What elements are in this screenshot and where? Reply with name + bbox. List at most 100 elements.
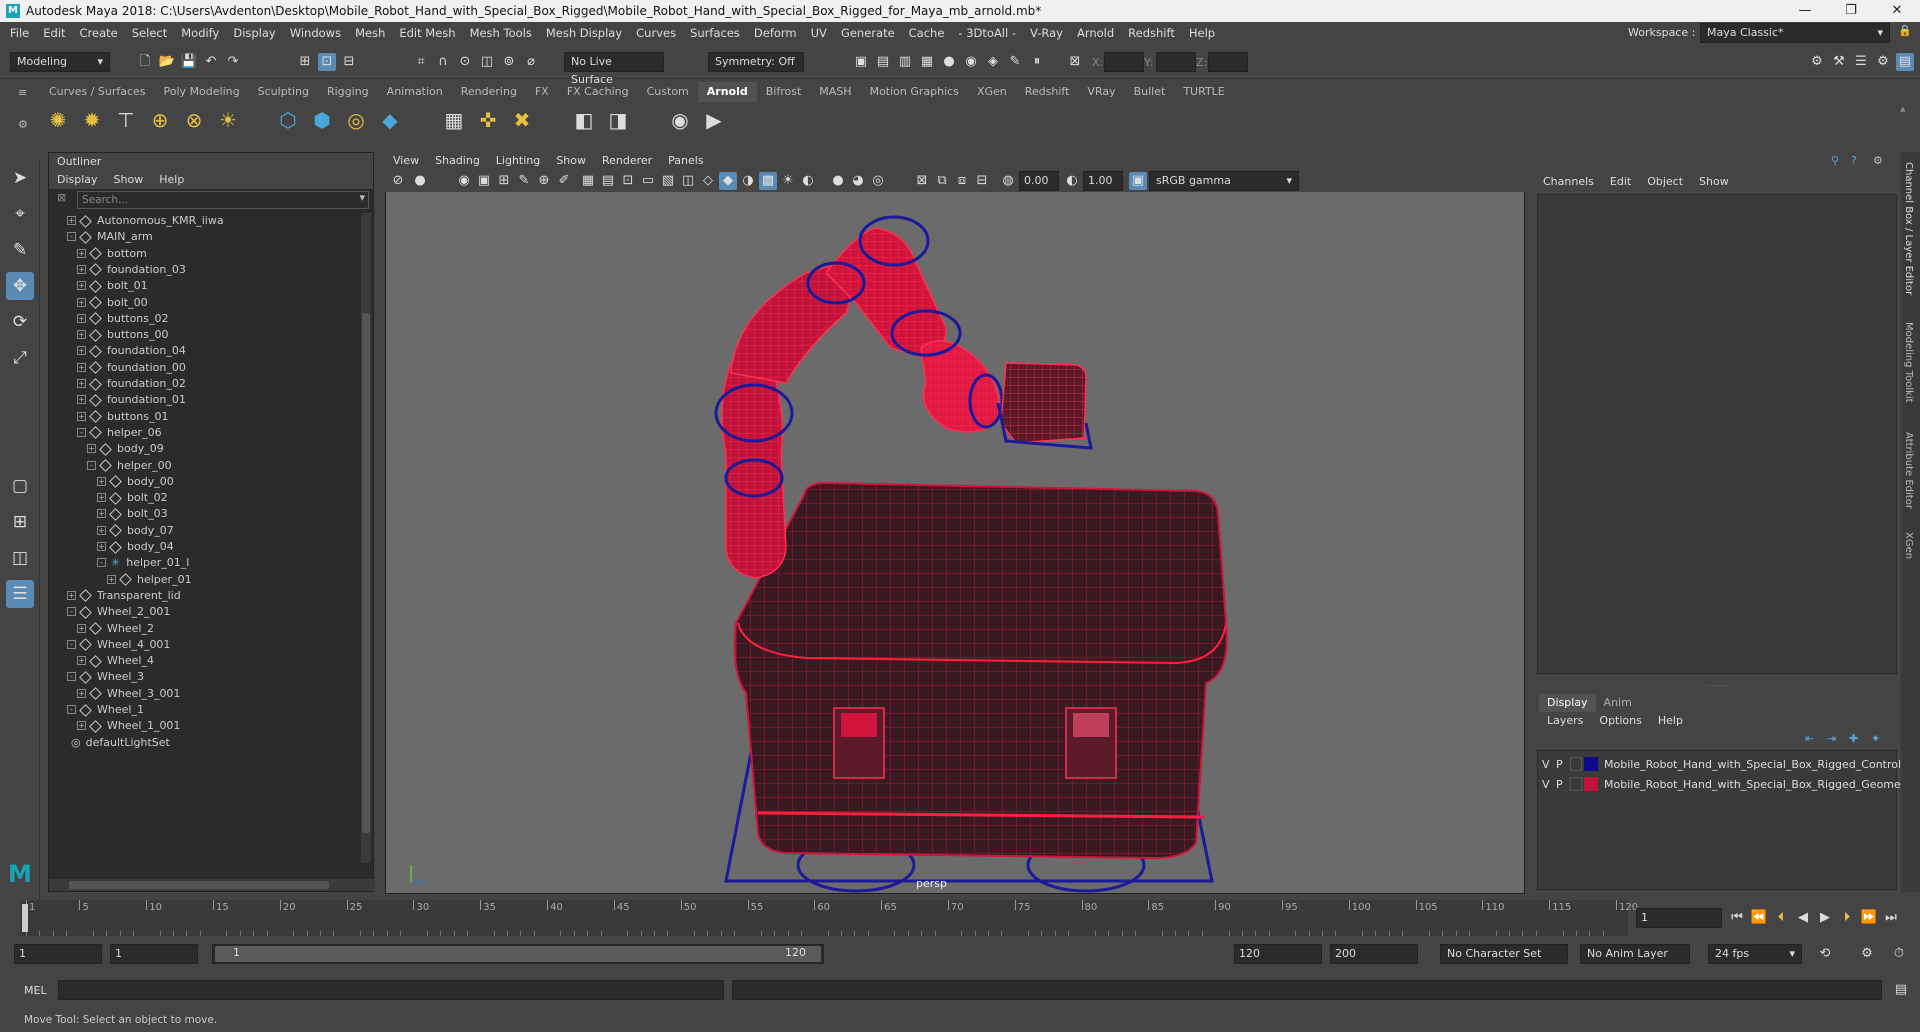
close-button[interactable]: ✕	[1874, 0, 1920, 22]
menu-redshift[interactable]: Redshift	[1121, 22, 1182, 44]
xray-icon[interactable]: ⧉	[933, 172, 951, 190]
y-field[interactable]	[1156, 52, 1196, 72]
viewport-menu-shading[interactable]: Shading	[427, 152, 488, 170]
shelf-tab-arnold[interactable]: Arnold	[697, 82, 757, 102]
layer-menu-help[interactable]: Help	[1650, 712, 1691, 730]
viewport-scene[interactable]	[386, 153, 1526, 895]
hypershade-icon[interactable]: ●	[940, 53, 958, 71]
channel-box-menu-show[interactable]: Show	[1691, 172, 1737, 192]
step-back-key-icon[interactable]: ⏪	[1750, 909, 1768, 927]
two-pane-icon[interactable]: ◫	[6, 544, 34, 572]
playback-end-field[interactable]: 120	[1234, 944, 1322, 964]
light-portal-icon[interactable]: ⊗	[180, 106, 208, 134]
four-pane-icon[interactable]: ⊞	[6, 508, 34, 536]
collapse-icon[interactable]: -	[67, 232, 76, 242]
layer-menu-layers[interactable]: Layers	[1539, 712, 1591, 730]
exposure-icon[interactable]: ◍	[999, 172, 1017, 190]
live-surface-dropdown[interactable]: No Live Surface	[564, 52, 664, 86]
vtab-attribute-editor[interactable]: Attribute Editor	[1903, 432, 1914, 509]
area-light-icon[interactable]: ✺	[44, 106, 72, 134]
color-management-icon[interactable]: ▣	[1129, 172, 1147, 190]
bookmark-icon[interactable]: ◉	[455, 172, 473, 190]
expand-icon[interactable]: +	[77, 248, 86, 258]
shelf-tab-motion-graphics[interactable]: Motion Graphics	[861, 82, 968, 102]
move-tool-icon[interactable]: ✥	[6, 272, 34, 300]
shelf-tab-mash[interactable]: MASH	[810, 82, 860, 102]
tab-display[interactable]: Display	[1539, 694, 1596, 712]
channel-box-menu-object[interactable]: Object	[1639, 172, 1691, 192]
pin-icon[interactable]: ⚲	[1831, 154, 1839, 167]
shelf-settings-icon[interactable]: ⚙	[18, 118, 28, 131]
tool-settings-icon[interactable]: ⚙	[1874, 53, 1892, 71]
expand-icon[interactable]: +	[77, 313, 86, 323]
tx-manager-icon[interactable]: ✜	[474, 106, 502, 134]
ipr-render-icon[interactable]: ▥	[896, 53, 914, 71]
expand-icon[interactable]: +	[67, 216, 76, 225]
shelf-tab-redshift[interactable]: Redshift	[1016, 82, 1079, 102]
field-chart-icon[interactable]: ⊡	[619, 172, 637, 190]
xray-joints-icon[interactable]: ⧈	[953, 172, 971, 190]
shelf-tab-turtle[interactable]: TURTLE	[1174, 82, 1233, 102]
layer-visibility-toggle[interactable]: V	[1542, 758, 1556, 771]
step-forward-frame-icon[interactable]: ⏵	[1838, 909, 1856, 927]
snap-grid-icon[interactable]: ⌗	[412, 53, 430, 71]
expand-icon[interactable]: +	[97, 493, 106, 503]
shelf-tab-bullet[interactable]: Bullet	[1125, 82, 1175, 102]
outliner-item[interactable]: ◎ defaultLightSet	[71, 733, 170, 753]
expand-icon[interactable]: +	[77, 264, 86, 274]
collapse-icon[interactable]: -	[67, 705, 76, 714]
expand-icon[interactable]: +	[87, 444, 96, 454]
expand-icon[interactable]: +	[77, 281, 86, 291]
vtab-xgen[interactable]: XGen	[1903, 532, 1914, 559]
channel-box-menu-edit[interactable]: Edit	[1602, 172, 1639, 192]
motion-blur-icon[interactable]: ◕	[849, 172, 867, 190]
expand-icon[interactable]: +	[77, 721, 86, 731]
shelf-menu-icon[interactable]: ≡	[18, 86, 27, 99]
shelf-scroll-icon[interactable]: ▴	[1900, 102, 1906, 115]
minimize-button[interactable]: —	[1782, 0, 1828, 22]
loop-icon[interactable]: ⟲	[1816, 945, 1834, 963]
create-curve-collector-icon[interactable]: ◆	[376, 106, 404, 134]
sign-in-icon[interactable]: ⚙	[1808, 53, 1826, 71]
wireframe-icon[interactable]: ◫	[679, 172, 697, 190]
shelf-tab-curves-surfaces[interactable]: Curves / Surfaces	[40, 82, 155, 102]
collapse-icon[interactable]: -	[77, 427, 86, 437]
channel-box-menu-channels[interactable]: Channels	[1535, 172, 1602, 192]
wireframe-on-shaded-icon[interactable]: ▩	[759, 172, 777, 190]
standin-icon[interactable]: ⬡	[274, 106, 302, 134]
menu-mesh-tools[interactable]: Mesh Tools	[463, 22, 539, 44]
render-settings-icon[interactable]: ▦	[918, 53, 936, 71]
gamma-field[interactable]: 1.00	[1083, 171, 1123, 191]
scale-tool-icon[interactable]: ⤢	[6, 344, 34, 372]
current-frame-field[interactable]: 1	[1636, 908, 1722, 928]
go-start-icon[interactable]: ⏮	[1728, 909, 1746, 927]
resolution-gate-icon[interactable]: ▦	[579, 172, 597, 190]
menu-file[interactable]: File	[3, 22, 36, 44]
isolate-select-icon[interactable]: ⊠	[913, 172, 931, 190]
scrollbar-thumb[interactable]	[362, 313, 370, 833]
layer-row[interactable]: V P Mobile_Robot_Hand_with_Special_Box_Rig…	[1542, 755, 1904, 773]
play-forward-icon[interactable]: ▶	[1816, 909, 1834, 927]
safe-title-icon[interactable]: ▧	[659, 172, 677, 190]
layer-playback-toggle[interactable]: P	[1556, 758, 1570, 771]
menu-display[interactable]: Display	[226, 22, 282, 44]
outliner-menu-display[interactable]: Display	[49, 171, 106, 189]
render-view-shelf-icon[interactable]: ◧	[570, 106, 598, 134]
modeling-toolkit-icon[interactable]: ⚒	[1830, 53, 1848, 71]
expand-icon[interactable]: +	[77, 623, 86, 633]
end-time-field[interactable]: 200	[1330, 944, 1418, 964]
filter-icon[interactable]: ⊠	[57, 191, 66, 204]
single-pane-icon[interactable]: ▢	[6, 472, 34, 500]
expand-icon[interactable]: +	[67, 590, 76, 600]
mesh-light-icon[interactable]: ✹	[78, 106, 106, 134]
shelf-tab-custom[interactable]: Custom	[638, 82, 698, 102]
menu-surfaces[interactable]: Surfaces	[683, 22, 747, 44]
transform-mode-icon[interactable]: ⊠	[1066, 53, 1084, 71]
workspace-dropdown[interactable]: Maya Classic* ▾	[1700, 23, 1890, 43]
layer-playback-toggle[interactable]: P	[1556, 778, 1570, 791]
ipr-shelf-icon[interactable]: ◨	[604, 106, 632, 134]
eye-icon[interactable]: ◉	[666, 106, 694, 134]
wireframe-shade-icon[interactable]: ◇	[699, 172, 717, 190]
shelf-tab-fx-caching[interactable]: FX Caching	[558, 82, 638, 102]
layer-visibility-toggle[interactable]: V	[1542, 778, 1556, 791]
